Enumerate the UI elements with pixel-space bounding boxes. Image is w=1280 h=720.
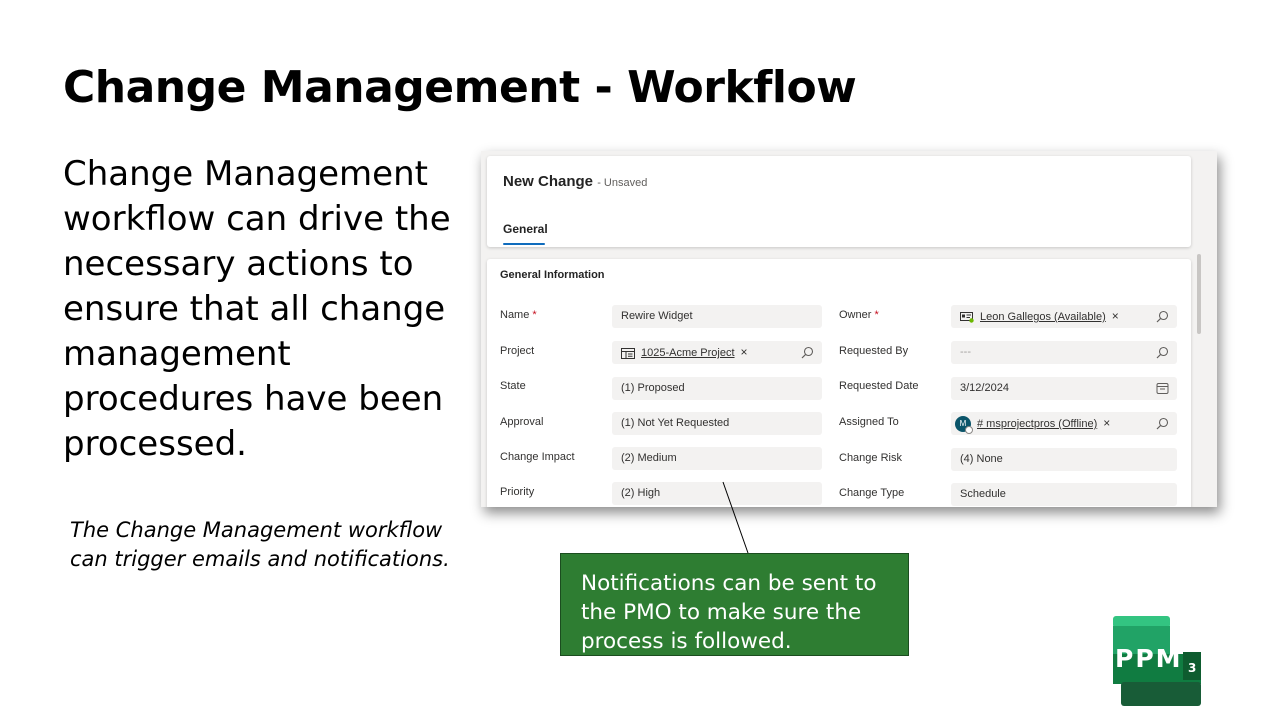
name-label: Name *	[500, 309, 537, 321]
assigned-to-remove-button[interactable]: ×	[1103, 416, 1110, 430]
logo-superscript: 3	[1188, 661, 1196, 675]
project-remove-button[interactable]: ×	[741, 345, 748, 359]
section-title: General Information	[500, 269, 605, 281]
approval-field[interactable]: (1) Not Yet Requested	[612, 412, 822, 435]
name-value: Rewire Widget	[621, 310, 693, 322]
owner-label: Owner *	[839, 309, 879, 321]
requested-by-value: ---	[960, 346, 971, 358]
assigned-to-field[interactable]: M # msprojectpros (Offline) ×	[951, 412, 1177, 435]
change-risk-field[interactable]: (4) None	[951, 448, 1177, 471]
search-icon[interactable]	[801, 346, 814, 359]
state-label: State	[500, 380, 526, 392]
logo-text: PPM	[1115, 644, 1183, 673]
change-risk-value: (4) None	[960, 453, 1003, 465]
calendar-icon[interactable]	[1156, 382, 1169, 395]
change-impact-value: (2) Medium	[621, 452, 677, 464]
change-impact-field[interactable]: (2) Medium	[612, 447, 822, 470]
requested-by-label: Requested By	[839, 345, 909, 357]
form-save-status: - Unsaved	[597, 177, 648, 189]
contact-card-icon	[960, 312, 974, 323]
project-label: Project	[500, 345, 535, 357]
name-field[interactable]: Rewire Widget	[612, 305, 822, 328]
owner-field[interactable]: Leon Gallegos (Available) ×	[951, 305, 1177, 328]
project-icon	[621, 347, 635, 359]
priority-field[interactable]: (2) High	[612, 482, 822, 505]
change-impact-label: Change Impact	[500, 451, 575, 463]
form-title-text: New Change	[503, 173, 594, 190]
project-field[interactable]: 1025-Acme Project ×	[612, 341, 822, 364]
priority-label: Priority	[500, 486, 535, 498]
requested-date-field[interactable]: 3/12/2024	[951, 377, 1177, 400]
change-form-screenshot: New Change - Unsaved General General Inf…	[481, 151, 1217, 507]
requested-date-value: 3/12/2024	[960, 382, 1009, 394]
search-icon[interactable]	[1156, 417, 1169, 430]
slide-note-text: The Change Management workflow can trigg…	[70, 518, 450, 571]
search-icon[interactable]	[1156, 346, 1169, 359]
state-field[interactable]: (1) Proposed	[612, 377, 822, 400]
form-header: New Change - Unsaved General	[487, 156, 1191, 247]
approval-value: (1) Not Yet Requested	[621, 417, 730, 429]
change-type-field[interactable]: Schedule	[951, 483, 1177, 506]
state-value: (1) Proposed	[621, 382, 685, 394]
change-risk-label: Change Risk	[839, 452, 902, 464]
requested-by-field[interactable]: ---	[951, 341, 1177, 364]
callout-text: Notifications can be sent to the PMO to …	[581, 571, 877, 654]
ppm3-logo: PPM 3	[1113, 616, 1201, 706]
avatar: M	[955, 416, 973, 435]
requested-date-label: Requested Date	[839, 380, 919, 392]
assigned-to-label: Assigned To	[839, 416, 899, 428]
approval-label: Approval	[500, 416, 544, 428]
tab-general[interactable]: General	[503, 222, 548, 236]
assigned-to-link[interactable]: # msprojectpros (Offline)	[977, 418, 1097, 430]
slide-body-text: Change Management workflow can drive the…	[63, 154, 451, 464]
slide-title: Change Management - Workflow	[63, 62, 857, 113]
tab-general-indicator	[503, 243, 545, 245]
change-type-value: Schedule	[960, 488, 1006, 500]
change-type-label: Change Type	[839, 487, 905, 499]
form-scrollbar-thumb[interactable]	[1197, 254, 1201, 334]
owner-link[interactable]: Leon Gallegos (Available)	[980, 311, 1106, 323]
owner-remove-button[interactable]: ×	[1112, 309, 1119, 323]
project-link[interactable]: 1025-Acme Project	[641, 347, 735, 359]
search-icon[interactable]	[1156, 310, 1169, 323]
priority-value: (2) High	[621, 487, 661, 499]
form-title: New Change - Unsaved	[503, 173, 647, 190]
notification-callout: Notifications can be sent to the PMO to …	[560, 553, 909, 656]
general-information-section: General Information Name * Rewire Widget…	[487, 259, 1191, 507]
